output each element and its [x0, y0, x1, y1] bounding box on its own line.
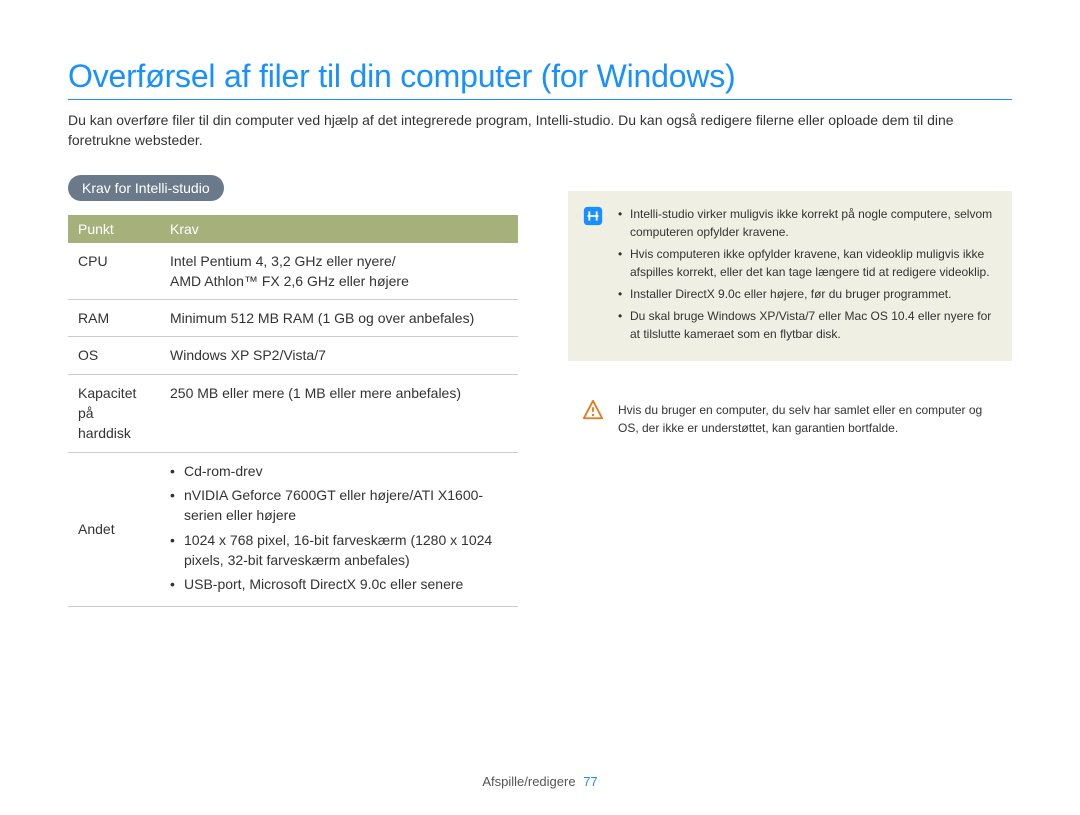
list-item: 1024 x 768 pixel, 16-bit farveskærm (128…: [170, 530, 508, 571]
section-heading-pill: Krav for Intelli-studio: [68, 175, 224, 201]
intro-paragraph: Du kan overføre filer til din computer v…: [68, 110, 1012, 151]
cell-value-disk: 250 MB eller mere (1 MB eller mere anbef…: [160, 374, 518, 452]
cell-value-cpu: Intel Pentium 4, 3,2 GHz eller nyere/ AM…: [160, 243, 518, 300]
note-box: Intelli-studio virker muligvis ikke korr…: [568, 191, 1012, 361]
table-header-krav: Krav: [160, 215, 518, 243]
warning-icon: [582, 399, 604, 421]
cell-value-other: Cd-rom-drev nVIDIA Geforce 7600GT eller …: [160, 452, 518, 607]
cell-label-other: Andet: [68, 452, 160, 607]
table-row: CPU Intel Pentium 4, 3,2 GHz eller nyere…: [68, 243, 518, 300]
note-item: Du skal bruge Windows XP/Vista/7 eller M…: [618, 307, 996, 343]
cell-label-os: OS: [68, 337, 160, 374]
cell-value-ram: Minimum 512 MB RAM (1 GB og over anbefal…: [160, 300, 518, 337]
note-icon: [582, 205, 604, 227]
cell-label-disk: Kapacitet på harddisk: [68, 374, 160, 452]
list-item: nVIDIA Geforce 7600GT eller højere/ATI X…: [170, 485, 508, 526]
table-row: Kapacitet på harddisk 250 MB eller mere …: [68, 374, 518, 452]
cell-label-cpu: CPU: [68, 243, 160, 300]
page-footer: Afspille/redigere 77: [0, 774, 1080, 789]
table-header-punkt: Punkt: [68, 215, 160, 243]
cell-label-ram: RAM: [68, 300, 160, 337]
note-item: Intelli-studio virker muligvis ikke korr…: [618, 205, 996, 241]
list-item: USB-port, Microsoft DirectX 9.0c eller s…: [170, 574, 508, 594]
warning-box: Hvis du bruger en computer, du selv har …: [568, 397, 1012, 441]
warning-text: Hvis du bruger en computer, du selv har …: [618, 401, 1002, 437]
table-row: Andet Cd-rom-drev nVIDIA Geforce 7600GT …: [68, 452, 518, 607]
note-item: Hvis computeren ikke opfylder kravene, k…: [618, 245, 996, 281]
footer-page-number: 77: [583, 774, 597, 789]
table-row: OS Windows XP SP2/Vista/7: [68, 337, 518, 374]
table-row: RAM Minimum 512 MB RAM (1 GB og over anb…: [68, 300, 518, 337]
page-title: Overførsel af filer til din computer (fo…: [68, 58, 1012, 100]
footer-section: Afspille/redigere: [482, 774, 575, 789]
note-item: Installer DirectX 9.0c eller højere, før…: [618, 285, 996, 303]
cell-value-os: Windows XP SP2/Vista/7: [160, 337, 518, 374]
requirements-table: Punkt Krav CPU Intel Pentium 4, 3,2 GHz …: [68, 215, 518, 608]
list-item: Cd-rom-drev: [170, 461, 508, 481]
